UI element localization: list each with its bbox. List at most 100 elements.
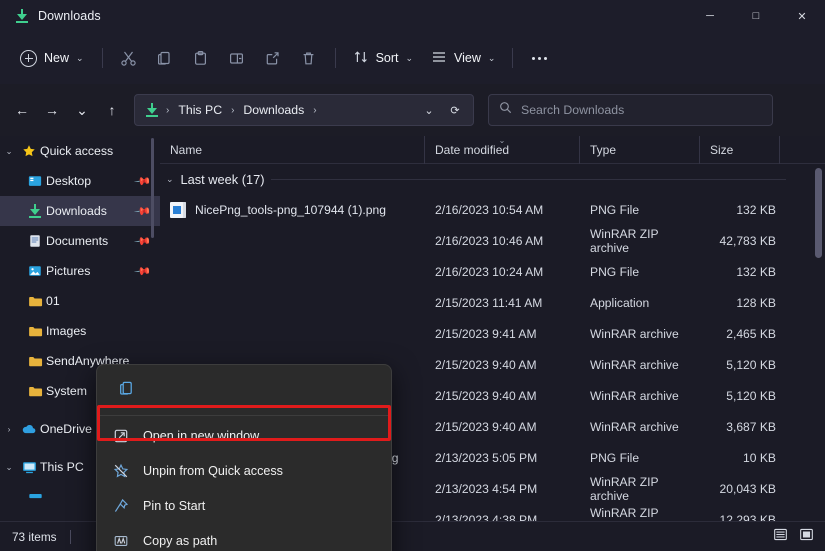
- column-header-date-modified[interactable]: ⌄ Date modified: [425, 135, 580, 164]
- more-options-button[interactable]: [521, 42, 557, 74]
- file-list-scrollbar[interactable]: [815, 168, 822, 258]
- search-input[interactable]: Search Downloads: [521, 103, 624, 117]
- address-bar-actions: ⌄ ⟳: [417, 98, 467, 122]
- new-button-label: New: [44, 51, 70, 65]
- onedrive-cloud-icon: [18, 421, 40, 437]
- window-title: Downloads: [38, 9, 101, 23]
- sort-arrows-icon: [353, 49, 369, 68]
- sort-button[interactable]: Sort ⌄: [344, 42, 422, 74]
- view-button[interactable]: View ⌄: [422, 42, 504, 74]
- status-divider: [69, 529, 71, 544]
- up-one-level-button[interactable]: ↑: [97, 95, 127, 125]
- sidebar-item-pictures[interactable]: Pictures 📌: [0, 256, 160, 286]
- content-area: ⌄ Quick access Desktop 📌 Downloads 📌 Doc…: [0, 135, 825, 551]
- sidebar-item-01[interactable]: 01: [0, 286, 160, 316]
- refresh-button[interactable]: ⟳: [443, 98, 467, 122]
- column-header-type[interactable]: Type: [580, 135, 700, 164]
- sidebar-item-documents[interactable]: Documents 📌: [0, 226, 160, 256]
- sidebar-item-label: Quick access: [40, 144, 114, 158]
- file-date: 2/13/2023 5:05 PM: [435, 450, 538, 465]
- menu-item-open-in-new-window[interactable]: Open in new window: [97, 418, 391, 453]
- file-name: NicePng_tools-png_107944 (1).png: [195, 202, 386, 217]
- file-date: 2/16/2023 10:54 AM: [435, 202, 544, 217]
- address-bar[interactable]: › This PC › Downloads › ⌄ ⟳: [134, 94, 474, 126]
- file-type: WinRAR archive: [590, 419, 679, 434]
- delete-trash-icon: [300, 50, 317, 67]
- large-icons-view-button[interactable]: [796, 527, 817, 547]
- png-file-icon: [170, 201, 186, 218]
- new-button[interactable]: New ⌄: [12, 42, 94, 74]
- file-date: 2/15/2023 9:40 AM: [435, 357, 537, 372]
- table-row[interactable]: NicePng_tools-png_107944 (1).png 2/16/20…: [160, 194, 825, 225]
- downloads-arrow-icon: [14, 8, 30, 24]
- breadcrumb-separator: ›: [313, 104, 317, 116]
- file-type: Application: [590, 295, 650, 310]
- chevron-down-icon[interactable]: ⌄: [0, 146, 18, 157]
- pin-icon[interactable]: 📌: [134, 202, 153, 220]
- sidebar-scrollbar[interactable]: [151, 138, 154, 238]
- this-pc-icon: [18, 460, 40, 475]
- column-header-label: Name: [170, 142, 203, 157]
- sidebar-item-downloads[interactable]: Downloads 📌: [0, 196, 160, 226]
- group-header-last-week[interactable]: ⌄ Last week (17): [160, 166, 800, 192]
- recent-locations-button[interactable]: ⌄: [67, 95, 97, 125]
- delete-button[interactable]: [291, 42, 327, 74]
- cut-button[interactable]: [111, 42, 147, 74]
- share-icon: [264, 50, 281, 67]
- file-type: WinRAR archive: [590, 326, 679, 341]
- sidebar-item-label: Pictures: [46, 264, 91, 278]
- menu-item-pin-to-start[interactable]: Pin to Start: [97, 488, 391, 523]
- menu-item-copy-as-path[interactable]: Copy as path: [97, 523, 391, 551]
- folder-icon: [24, 354, 46, 369]
- column-header-label: Type: [590, 142, 617, 157]
- breadcrumb-item-downloads[interactable]: Downloads: [239, 101, 308, 119]
- chevron-down-icon[interactable]: ⌄: [0, 462, 18, 473]
- sidebar-item-label: Desktop: [46, 174, 92, 188]
- forward-button[interactable]: →: [37, 95, 67, 125]
- paste-button[interactable]: [183, 42, 219, 74]
- chevron-right-icon[interactable]: ›: [0, 424, 18, 434]
- minimize-button[interactable]: ─: [687, 0, 733, 32]
- details-view-button[interactable]: [770, 527, 791, 547]
- table-row[interactable]: 2/16/2023 10:24 AM PNG File 132 KB: [160, 256, 825, 287]
- file-type: PNG File: [590, 202, 640, 217]
- breadcrumb-item-this-pc[interactable]: This PC: [174, 101, 226, 119]
- search-icon: [499, 101, 512, 119]
- folder-icon: [24, 294, 46, 309]
- sidebar-item-desktop[interactable]: Desktop 📌: [0, 166, 160, 196]
- close-button[interactable]: ✕: [779, 0, 825, 32]
- table-row[interactable]: 2/16/2023 10:46 AM WinRAR ZIP archive 42…: [160, 225, 825, 256]
- group-divider: [271, 178, 786, 180]
- downloads-arrow-icon: [144, 102, 160, 118]
- folder-icon: [24, 324, 46, 339]
- pin-icon[interactable]: 📌: [134, 172, 153, 190]
- address-dropdown-button[interactable]: ⌄: [417, 98, 441, 122]
- window-tab-downloads[interactable]: Downloads: [0, 0, 113, 32]
- toolbar-divider-2: [334, 48, 336, 68]
- file-date: 2/15/2023 9:40 AM: [435, 419, 537, 434]
- search-box[interactable]: Search Downloads: [488, 94, 773, 126]
- copy-button[interactable]: [109, 375, 143, 407]
- table-row[interactable]: 2/15/2023 11:41 AM Application 128 KB: [160, 287, 825, 318]
- copy-button[interactable]: [147, 42, 183, 74]
- pin-icon[interactable]: 📌: [134, 232, 153, 250]
- open-new-window-icon: [112, 428, 130, 444]
- file-size: 2,465 KB: [726, 326, 776, 341]
- back-button[interactable]: ←: [7, 95, 37, 125]
- share-button[interactable]: [255, 42, 291, 74]
- column-header-size[interactable]: Size: [700, 135, 780, 164]
- sidebar-item-images[interactable]: Images: [0, 316, 160, 346]
- table-row[interactable]: 2/15/2023 9:41 AM WinRAR archive 2,465 K…: [160, 318, 825, 349]
- rename-button[interactable]: [219, 42, 255, 74]
- menu-item-unpin-from-quick-access[interactable]: Unpin from Quick access: [97, 453, 391, 488]
- sidebar-item-label: OneDrive: [40, 422, 92, 436]
- sidebar-item-quick-access[interactable]: ⌄ Quick access: [0, 136, 160, 166]
- star-icon: [18, 144, 40, 158]
- column-header-name[interactable]: Name: [160, 135, 425, 164]
- pin-icon[interactable]: 📌: [134, 262, 153, 280]
- chevron-down-icon[interactable]: ⌄: [166, 174, 174, 185]
- command-bar: New ⌄ Sort ⌄ View ⌄: [0, 32, 825, 84]
- maximize-button[interactable]: □: [733, 0, 779, 32]
- toolbar-divider-3: [512, 48, 514, 68]
- toolbar-divider: [101, 48, 103, 68]
